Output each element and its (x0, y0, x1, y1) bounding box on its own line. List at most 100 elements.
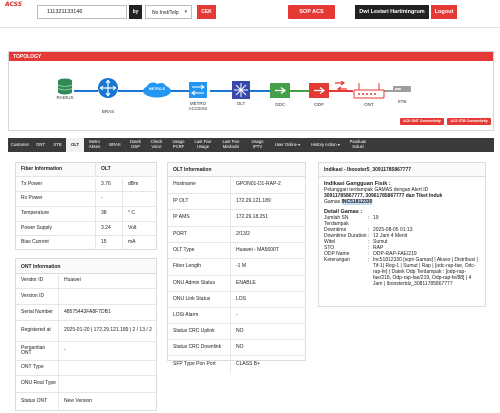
incident-ticket-link[interactable]: INC51812330 (341, 199, 373, 205)
fiber-col-olt: OLT (101, 165, 111, 172)
node-bras[interactable]: BRAS (96, 77, 120, 114)
gangguan-line-3-text: Gamas (324, 199, 342, 205)
tab-panduan-solusi[interactable]: Panduan Solusi (345, 138, 371, 152)
ont-label: Status ONT (16, 393, 59, 411)
table-row: Pergantian ONT - (16, 342, 156, 361)
table-row: Registered at 2025-01-20 | 172.29.121.18… (16, 321, 156, 342)
node-ont[interactable]: ONT (353, 83, 385, 107)
tab-datek-osp[interactable]: Datek OSP (125, 138, 146, 152)
table-row: ONU Link Status LOS (168, 292, 305, 308)
link-odc-odp (288, 90, 310, 92)
stb-icon (393, 86, 411, 92)
tab-bras[interactable]: BRAS (105, 138, 125, 152)
node-stb[interactable]: STB (392, 85, 412, 104)
fiber-label: Bias Current (16, 236, 96, 250)
table-row: Status CRC Uplink NO (168, 324, 305, 340)
keterangan-row: Keterangan : Inc51812330 [sqm Gamas] | A… (324, 257, 482, 287)
gangguan-line-3: Gamas INC51812330 (324, 199, 482, 205)
node-odc[interactable]: ODC (269, 83, 291, 107)
ont-value (59, 361, 158, 375)
node-olt[interactable]: OLT (231, 81, 251, 106)
tab-customer[interactable]: Customer (8, 138, 32, 152)
olt-value: CLASS B+ (236, 360, 261, 367)
node-odp[interactable]: ODP (308, 83, 330, 107)
tab-last-five-minitools[interactable]: Last Five Minitools (216, 138, 246, 152)
olt-label: SFP Type Pon Port (168, 356, 231, 373)
olt-label: ONU Link Status (168, 292, 231, 307)
node-metro-access[interactable]: METRO ACCESS (181, 81, 215, 111)
table-row: ONT Type (16, 361, 156, 376)
node-radius[interactable]: RADIUS (54, 78, 76, 100)
olt-label: IP AMS (168, 210, 231, 226)
ont-connectivity-badge[interactable]: ACS ONT Connectivity (400, 118, 444, 125)
ont-value: - (64, 347, 66, 354)
tab-usage-pcrf[interactable]: Usage PCRF (167, 138, 190, 152)
keterangan-label: Keterangan (324, 257, 350, 263)
tab-stb[interactable]: STB (49, 138, 66, 152)
olt-information-panel: OLT Information Hostname GPON01-D1-RAP-2 I… (167, 162, 306, 373)
search-type-select[interactable]: No Inet/Telp ▾ (145, 5, 192, 19)
fiber-header-row: Fiber Information OLT (16, 163, 156, 177)
table-row: Temperature 38 ° C (16, 207, 156, 222)
user-name-button[interactable]: Dwi Lestari Hartiningrum (355, 5, 429, 19)
top-bar: ACSS 111321133146 by No Inet/Telp ▾ CEK … (0, 0, 500, 28)
los-alert-arrow-icon (335, 81, 347, 91)
detail-row: Jumlah SN Terdampak:19 (324, 215, 482, 227)
tab-usage-iptv[interactable]: Usage IPTV (246, 138, 269, 152)
ont-label: Serial Number (16, 305, 59, 320)
olt-value: 2/13/2 (236, 230, 250, 237)
tab-olt[interactable]: OLT (66, 138, 84, 152)
tab-check-voice[interactable]: Check Voice (146, 138, 167, 152)
tab-last-five-usage[interactable]: Last Five Usage (190, 138, 216, 152)
search-input[interactable]: 111321133146 (37, 5, 127, 19)
olt-label: ONU Admin Status (168, 276, 231, 291)
olt-value: 172.29.18.251 (236, 214, 268, 221)
switch-icon (189, 82, 207, 98)
ont-modem-icon (353, 83, 385, 99)
search-type-value: No Inet/Telp (152, 10, 179, 16)
app-logo: ACSS (5, 1, 23, 8)
cek-button[interactable]: CEK (197, 5, 216, 19)
node-stb-label: STB (397, 99, 407, 104)
fiber-label: Temperature (16, 207, 96, 221)
table-row: Vendor ID Huawei (16, 274, 156, 289)
olt-label: OLT Type (168, 243, 231, 258)
tab-history-action[interactable]: History Action ▾ (306, 138, 345, 152)
table-row: LOSi Alarm - (168, 308, 305, 324)
table-row: Status ONT New Version (16, 393, 156, 411)
table-row: Tx Power 3.76 dBm (16, 178, 156, 192)
indikasi-title: Indikasi - Ibooster5_30911785867777 (319, 163, 485, 177)
olt-value: -1 M (236, 263, 246, 270)
fiber-value: 3.24 (96, 222, 123, 235)
table-row: ONU Admin Status ENABLE (168, 276, 305, 292)
ont-label: Registered at (16, 321, 59, 341)
database-icon (57, 78, 73, 95)
node-metro[interactable]: METRO-E (142, 82, 172, 100)
fiber-label: Power Supply (16, 222, 96, 235)
ont-label: ONT Type (16, 361, 59, 375)
node-metro-label: METRO-E (148, 87, 166, 91)
olt-label: Status CRC Downlink (168, 340, 231, 355)
olt-value: - (236, 311, 238, 318)
node-radius-label: RADIUS (56, 95, 74, 100)
odc-icon (270, 83, 290, 98)
logout-button[interactable]: Logout (431, 5, 457, 19)
stb-connectivity-badge[interactable]: ACS STB Connectivity (447, 118, 491, 125)
ont-value: Huawei (64, 277, 81, 284)
tab-ont[interactable]: ONT (32, 138, 49, 152)
search-by-label: by (129, 5, 142, 19)
table-row: Hostname GPON01-D1-RAP-2 (168, 177, 305, 194)
tab-user-online[interactable]: User Online ▾ (269, 138, 306, 152)
tab-metro-akses[interactable]: Metro Akses (84, 138, 105, 152)
sop-acs-button[interactable]: SOP ACS (288, 5, 335, 19)
node-odc-label: ODC (275, 102, 285, 107)
fiber-unit: ° C (128, 210, 135, 217)
table-row: SFP Type Pon Port CLASS B+ (168, 356, 305, 373)
indikasi-body: Indikasi Gangguan Fisik : Pelanggan terd… (324, 181, 482, 287)
topology-title: TOPOLOGY (9, 52, 493, 61)
ont-label: Pergantian ONT (16, 342, 59, 360)
ont-info-title: ONT Information (16, 259, 156, 274)
router-icon (98, 78, 118, 98)
fiber-title: Fiber Information (16, 163, 96, 176)
ont-value: New Version (64, 398, 93, 405)
